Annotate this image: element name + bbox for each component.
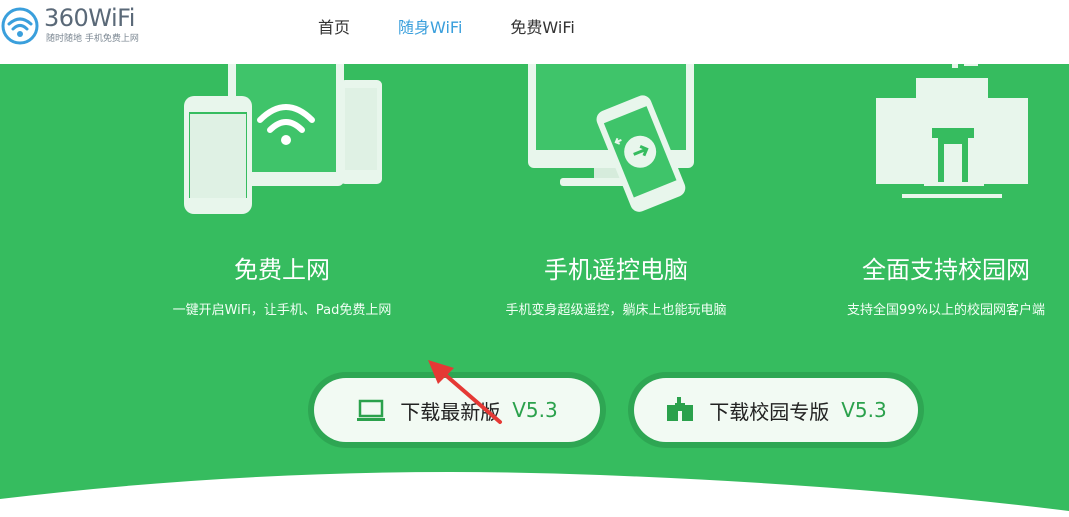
download-latest-version: V5.3 [512, 398, 558, 422]
feature-campus-network: 全面支持校园网 支持全国99%以上的校园网客户端 [804, 250, 1069, 318]
feature-desc: 手机变身超级遥控，躺床上也能玩电脑 [505, 303, 727, 318]
devices-wifi-illustration [184, 64, 382, 214]
feature-title: 手机遥控电脑 [544, 256, 688, 284]
download-campus-button[interactable]: 下载校园专版 V5.3 [634, 378, 918, 442]
logo-text: 360WiFi [44, 4, 135, 32]
wifi-logo-icon [1, 7, 39, 45]
feature-free-internet: 免费上网 一键开启WiFi，让手机、Pad免费上网 [140, 250, 424, 318]
laptop-icon [357, 399, 386, 421]
nav-item-home[interactable]: 首页 [318, 14, 350, 38]
bottom-wave-decoration [0, 472, 1069, 517]
feature-title: 全面支持校园网 [862, 256, 1030, 284]
logo-subtitle: 随时随地 手机免费上网 [46, 34, 139, 44]
campus-gate-illustration [876, 64, 1028, 198]
campus-building-icon [667, 397, 694, 421]
remote-control-illustration [528, 64, 694, 212]
nav-item-portable-wifi[interactable]: 随身WiFi [398, 14, 462, 38]
feature-remote-control: 手机遥控电脑 手机变身超级遥控，躺床上也能玩电脑 [474, 250, 758, 318]
feature-title: 免费上网 [234, 256, 330, 284]
feature-desc: 一键开启WiFi，让手机、Pad免费上网 [172, 303, 392, 318]
download-campus-label: 下载校园专版 [709, 399, 830, 424]
feature-desc: 支持全国99%以上的校园网客户端 [847, 303, 1045, 318]
hero-banner: 免费上网 一键开启WiFi，让手机、Pad免费上网 手机遥控电脑 手机变身超级遥… [0, 64, 1069, 517]
site-logo[interactable]: 360WiFi 随时随地 手机免费上网 [0, 0, 170, 52]
nav-item-free-wifi[interactable]: 免费WiFi [510, 14, 574, 38]
main-nav: 首页 随身WiFi 免费WiFi [318, 0, 623, 52]
download-campus-version: V5.3 [841, 398, 887, 422]
site-header: 360WiFi 随时随地 手机免费上网 首页 随身WiFi 免费WiFi [0, 0, 1069, 64]
red-annotation-arrow-icon [428, 360, 502, 424]
